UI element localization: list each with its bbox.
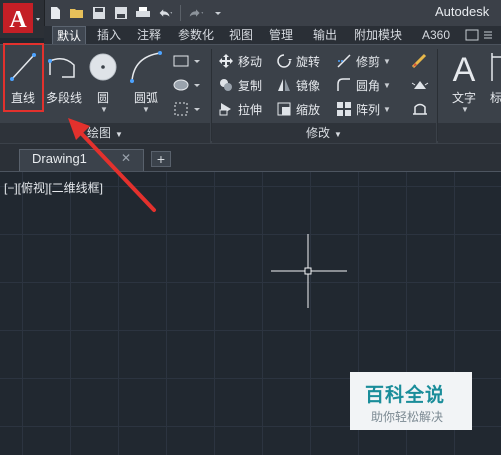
quick-access-toolbar [46,2,227,24]
mirror-icon [276,77,292,93]
trim-icon [336,53,352,69]
text-dropdown-icon[interactable]: ▼ [461,105,469,114]
save-as-icon[interactable] [112,4,130,22]
array-label: 阵列 [356,102,381,117]
stretch-label: 拉伸 [238,102,263,117]
circle-button[interactable]: 圆 ▼ [86,47,120,114]
fillet-label: 圆角 [356,78,381,93]
save-icon[interactable] [90,4,108,22]
trim-label: 修剪 [356,54,381,69]
annotation-arrow-icon [68,118,156,212]
mirror-label: 镜像 [296,78,321,93]
arc-button[interactable]: 圆弧 ▼ [124,47,168,114]
move-icon [218,53,234,69]
app-title: Autodesk [435,4,490,19]
ribbon-tab-bar: 默认 插入 注释 参数化 视图 管理 输出 附加模块 A360 [44,26,501,44]
move-button[interactable]: 移动 [218,51,262,71]
quick-access-dropdown-icon[interactable] [209,4,227,22]
move-label: 移动 [238,54,263,69]
erase-button[interactable] [410,53,430,72]
text-icon: A [453,51,476,89]
array-button[interactable]: 阵列 ▼ [336,99,391,119]
fillet-button[interactable]: 圆角 ▼ [336,75,391,95]
explode-icon [411,81,429,89]
stretch-button[interactable]: 拉伸 [218,99,262,119]
offset-button[interactable] [410,101,430,120]
redo-icon[interactable] [187,4,205,22]
tab-view[interactable]: 视图 [224,26,258,44]
text-button-label: 文字 [451,91,476,105]
dimension-button-label: 标 [490,91,501,105]
print-icon[interactable] [134,4,152,22]
array-icon [336,101,352,117]
rectangle-button[interactable] [172,53,202,72]
new-file-icon[interactable] [46,4,64,22]
text-button[interactable]: A 文字 ▼ [444,47,484,114]
annotation-panel-title[interactable] [438,123,501,143]
rotate-button[interactable]: 旋转 [276,51,320,71]
rotate-icon [276,53,292,69]
offset-icon [413,103,427,115]
tab-addins[interactable]: 附加模块 [348,26,408,44]
tab-manage[interactable]: 管理 [264,26,298,44]
arc-icon [130,51,162,83]
polyline-button-label: 多段线 [45,91,82,105]
tab-output[interactable]: 输出 [308,26,342,44]
polyline-button[interactable]: 多段线 [44,47,84,111]
tab-more-icon[interactable] [464,28,494,45]
tab-insert[interactable]: 插入 [92,26,126,44]
boundary-icon [174,102,200,116]
application-menu-button[interactable]: A [0,0,45,38]
fillet-icon [336,77,352,93]
rotate-label: 旋转 [296,54,321,69]
copy-icon [218,77,234,93]
boundary-button[interactable] [172,101,202,120]
circle-icon [89,53,117,81]
undo-icon[interactable] [156,4,174,22]
modify-panel-title[interactable]: 修改 ▼ [212,123,436,143]
rectangle-icon [173,55,200,67]
arc-button-label: 圆弧 [133,91,158,105]
dimension-button[interactable]: 标 [488,47,501,111]
copy-label: 复制 [238,78,263,93]
watermark-subtitle: 助你轻松解决 [371,410,444,424]
circle-button-label: 圆 [96,91,109,105]
watermark-title: 百科全说 [365,385,446,406]
hatch-icon [173,79,200,91]
hatch-button[interactable] [172,77,202,96]
svg-text:A: A [9,7,27,33]
scale-button[interactable]: 缩放 [276,99,320,119]
polyline-icon [48,58,75,78]
trim-button[interactable]: 修剪 ▼ [336,51,391,71]
tab-parametric[interactable]: 参数化 [172,26,220,44]
mirror-button[interactable]: 镜像 [276,75,320,95]
tab-annotate[interactable]: 注释 [132,26,166,44]
scale-label: 缩放 [296,102,321,117]
explode-button[interactable] [410,77,430,96]
crosshair-cursor-icon [271,234,347,308]
copy-button[interactable]: 复制 [218,75,262,95]
erase-icon [411,53,427,69]
tab-a360[interactable]: A360 [416,26,456,44]
dimension-icon [491,53,501,81]
autocad-logo-icon: A [3,3,40,33]
svg-text:A: A [453,51,476,87]
scale-icon [276,101,292,117]
stretch-icon [218,101,234,117]
tab-default[interactable]: 默认 [52,26,86,44]
line-button-highlight [3,43,44,112]
open-folder-icon[interactable] [68,4,86,22]
